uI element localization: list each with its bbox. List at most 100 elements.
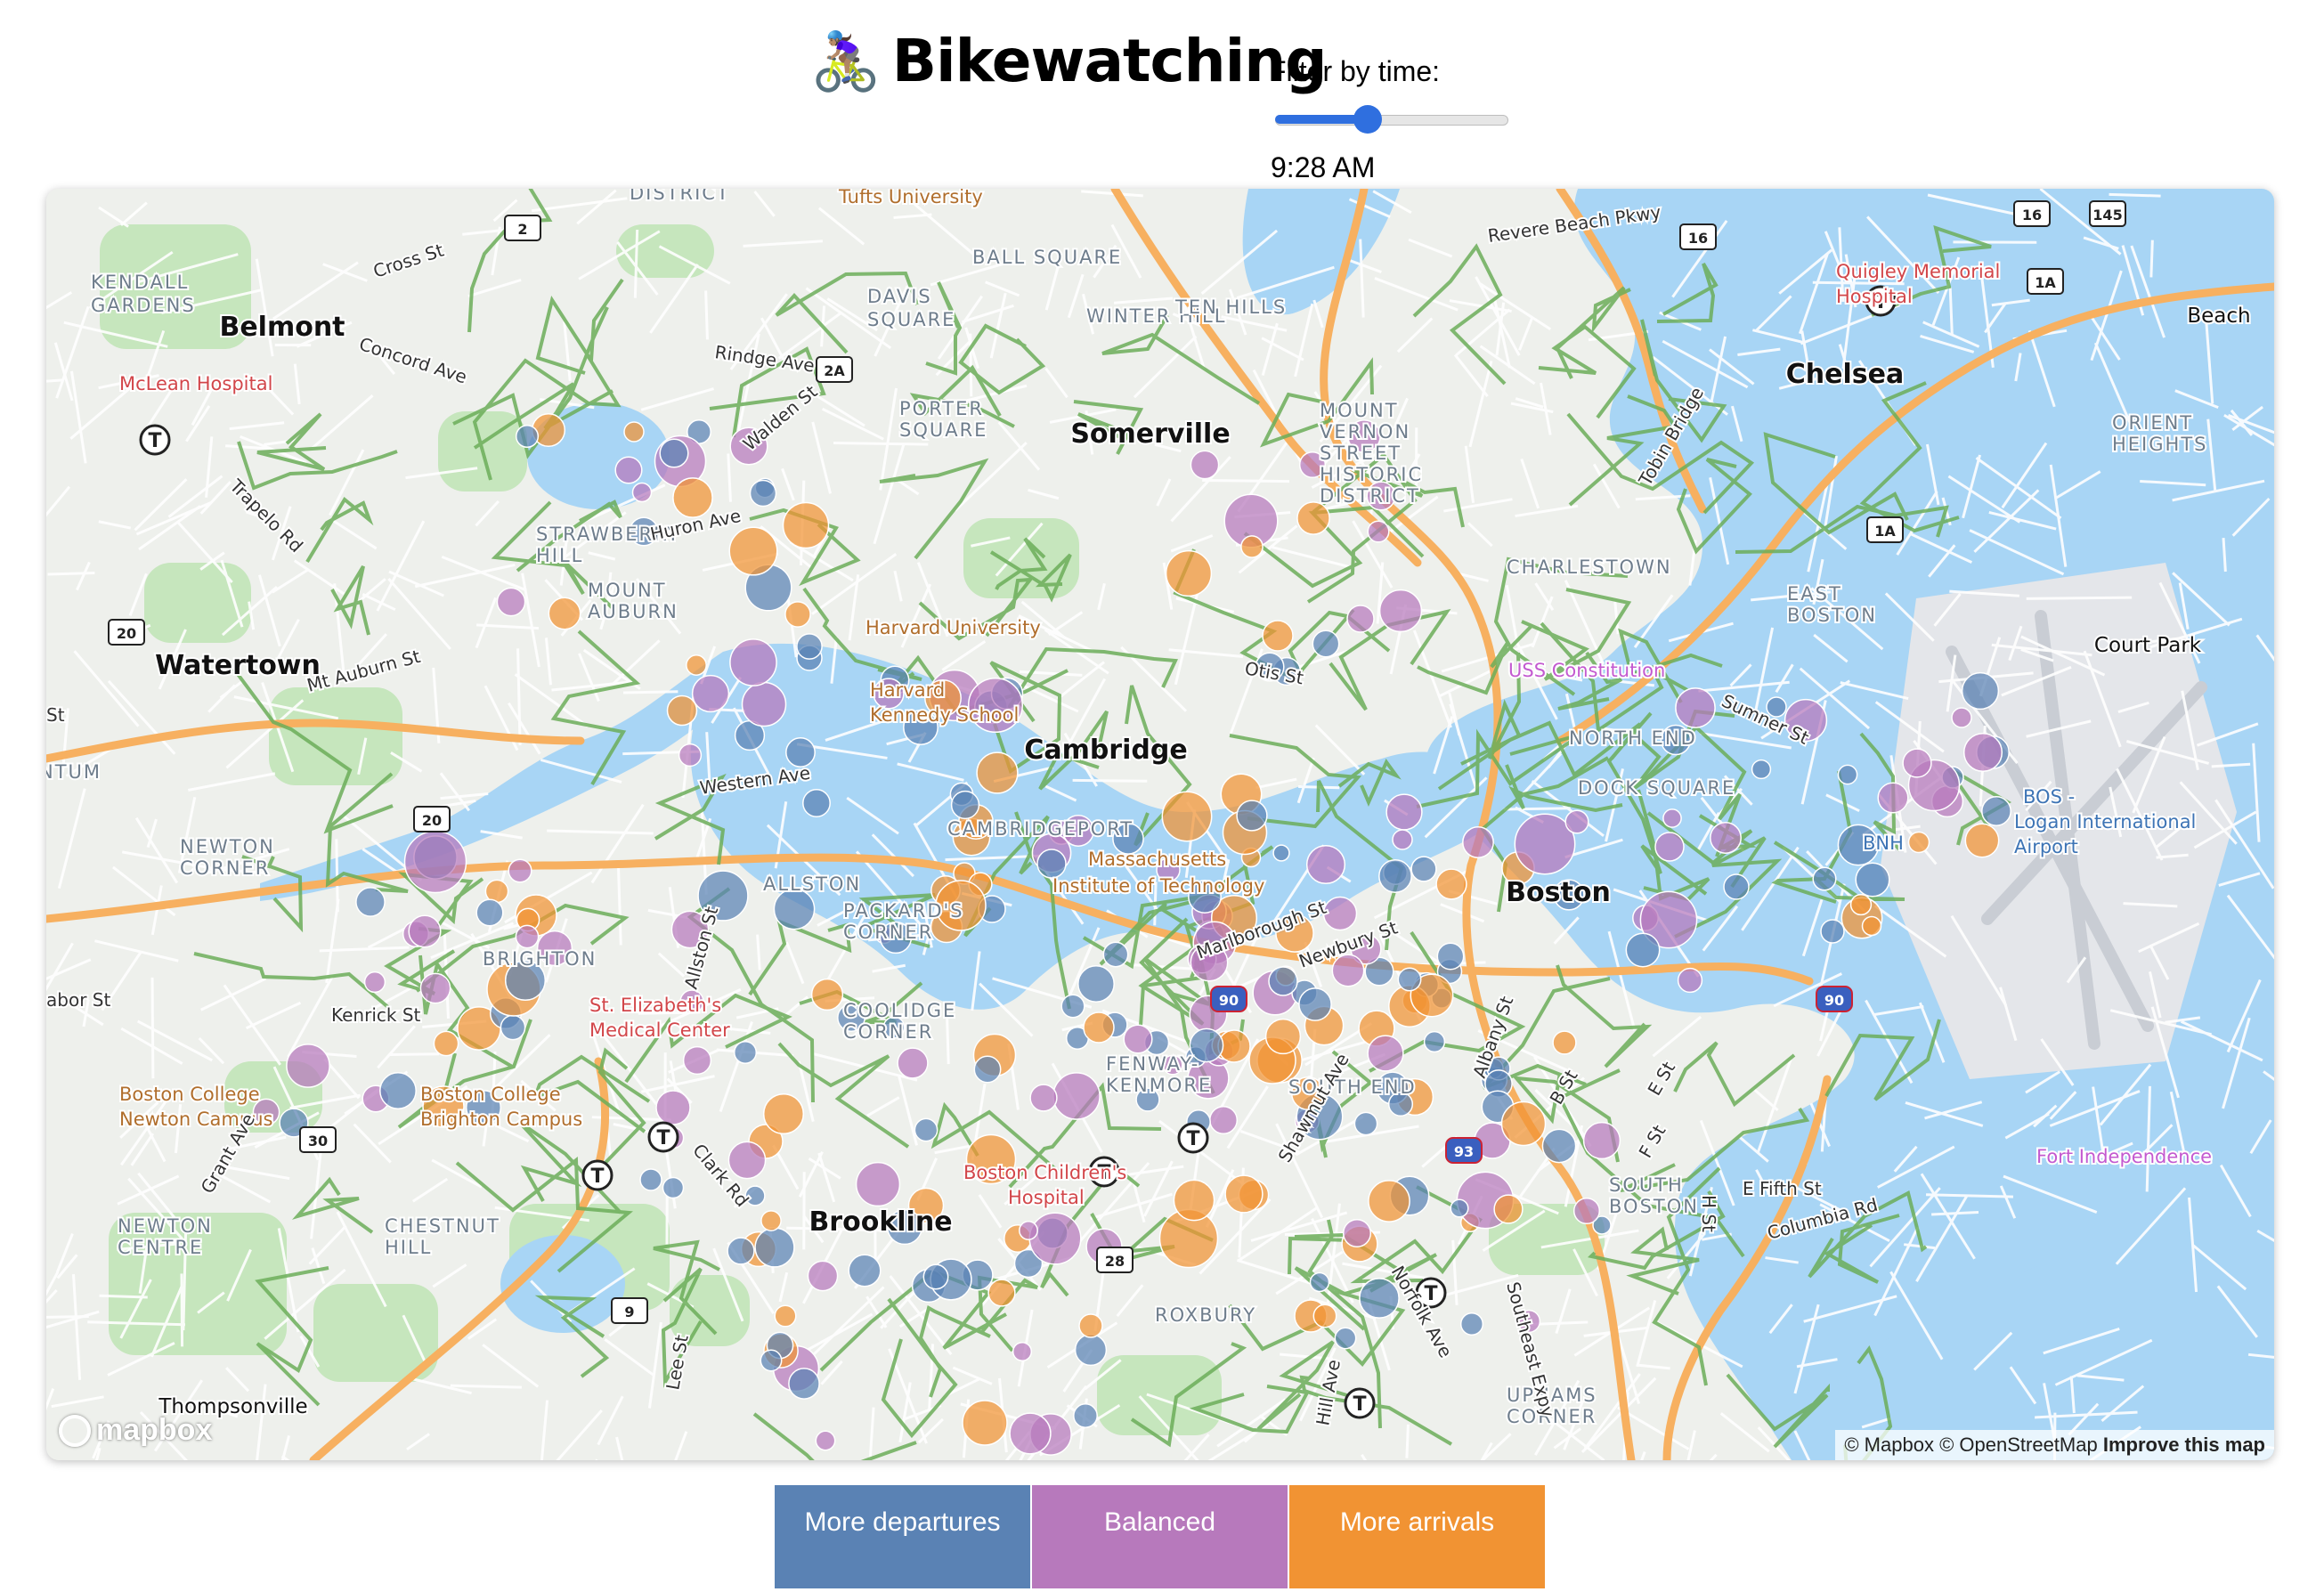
station-marker: [733, 1040, 758, 1065]
legend-balanced: Balanced: [1032, 1485, 1288, 1588]
time-slider[interactable]: [1275, 105, 1508, 134]
street: [1948, 287, 1954, 336]
station-marker: [1654, 832, 1685, 862]
station-marker: [686, 654, 707, 676]
place-label: CHESTNUT: [385, 1215, 500, 1237]
station-marker: [433, 1030, 459, 1057]
route-shield-number: 2: [517, 221, 527, 238]
poi-label: BNH: [1863, 833, 1904, 854]
route-shield-number: 20: [422, 812, 442, 829]
station-marker: [788, 1368, 820, 1400]
attribution-osm[interactable]: © OpenStreetMap: [1939, 1434, 2098, 1456]
street: [1812, 280, 1905, 286]
poi-label: Kennedy School: [870, 704, 1019, 726]
park-area: [963, 518, 1079, 598]
mapbox-logo[interactable]: mapbox: [59, 1413, 212, 1448]
place-label: BOSTON: [1609, 1196, 1699, 1217]
station-marker: [496, 587, 526, 617]
station-marker: [1190, 450, 1220, 480]
station-marker: [659, 438, 689, 468]
station-marker: [1392, 829, 1413, 850]
poi-label: Harvard: [870, 679, 945, 701]
station-marker: [741, 681, 787, 727]
place-label: STREET: [1320, 443, 1402, 464]
poi-label: Medical Center: [589, 1019, 730, 1041]
place-label: Boston: [1506, 877, 1611, 908]
station-marker: [1462, 826, 1494, 858]
station-marker: [1342, 1218, 1372, 1248]
station-marker: [1236, 800, 1268, 832]
route-shield-number: 145: [2092, 207, 2122, 223]
transit-icon-letter: T: [1186, 1128, 1199, 1150]
station-marker: [691, 674, 730, 713]
station-marker: [1077, 965, 1115, 1003]
place-label: HEIGHTS: [2112, 434, 2207, 455]
station-marker: [1296, 501, 1330, 535]
station-marker: [1312, 1304, 1337, 1328]
place-label: ROXBURY: [1155, 1304, 1256, 1326]
place-label: COOLIDGE: [843, 1000, 956, 1021]
place-label: GARDENS: [91, 295, 196, 316]
route-shield-number: 90: [1219, 992, 1239, 1009]
filter-label: Filter by time:: [1269, 55, 1441, 87]
place-label: CORNER: [180, 857, 270, 879]
legend-more-arrivals: More arrivals: [1289, 1485, 1545, 1588]
map[interactable]: T T T T T T T T Belmont Somerville Chelsea Watertow…: [46, 189, 2274, 1460]
station-marker: [922, 1263, 949, 1290]
place-label: Cambridge: [1024, 735, 1187, 766]
place-label: HILL: [536, 545, 583, 566]
poi-label: St. Elizabeth's: [589, 995, 721, 1016]
station-marker: [950, 790, 980, 820]
station-marker: [1572, 1197, 1601, 1225]
place-label: FENWAY-: [1106, 1053, 1199, 1075]
station-marker: [754, 1227, 795, 1268]
station-marker: [727, 1237, 755, 1265]
station-marker: [1312, 629, 1340, 658]
place-label: Brookline: [809, 1206, 952, 1238]
map-attribution: © Mapbox © OpenStreetMap Improve this ma…: [1835, 1430, 2274, 1460]
station-marker: [1224, 1174, 1264, 1214]
place-label: VERNON: [1320, 421, 1410, 443]
poi-label: USS Constitution: [1508, 660, 1665, 681]
slider-thumb[interactable]: [1353, 105, 1382, 134]
place-label: SOUTH END: [1288, 1076, 1417, 1098]
station-marker: [1028, 1212, 1082, 1265]
legend-label: More arrivals: [1339, 1507, 1495, 1537]
station-marker: [1552, 1030, 1577, 1055]
park-area: [1097, 1355, 1222, 1435]
place-label: CORNER: [843, 922, 933, 943]
place-label: DISTRICT: [630, 189, 730, 204]
station-marker: [729, 638, 777, 686]
route-shield-number: 90: [1824, 992, 1844, 1009]
street: [2149, 240, 2154, 278]
legend-label: Balanced: [1103, 1507, 1216, 1537]
station-marker: [1078, 1313, 1103, 1338]
station-marker: [727, 1141, 767, 1180]
attribution-mapbox[interactable]: © Mapbox: [1844, 1434, 1934, 1456]
place-label: NEWTON: [118, 1215, 213, 1237]
station-marker: [749, 479, 777, 508]
station-marker: [1964, 823, 2000, 858]
street-label: St: [46, 704, 65, 726]
station-marker: [1309, 1271, 1330, 1293]
street: [833, 441, 929, 446]
station-marker: [1359, 1278, 1400, 1319]
station-marker: [774, 1304, 797, 1328]
station-marker: [897, 1047, 929, 1079]
station-marker: [500, 1014, 526, 1041]
poi-label: Massachusetts: [1088, 849, 1226, 870]
station-marker: [810, 978, 844, 1011]
place-label: MOUNT: [588, 580, 667, 601]
station-marker: [848, 1254, 882, 1287]
station-marker: [631, 482, 653, 503]
route-shield-number: 93: [1454, 1143, 1474, 1160]
station-marker: [1165, 549, 1213, 597]
station-marker: [1710, 822, 1742, 854]
station-marker: [1161, 791, 1213, 842]
street: [1202, 478, 1289, 483]
poi-label: Tufts University: [838, 189, 983, 207]
map-canvas[interactable]: TTTT TTTTBelmontSomervilleChelseaWatertow…: [46, 189, 2274, 1460]
transit-icon-letter: T: [1353, 1393, 1366, 1416]
improve-map-link[interactable]: Improve this map: [2103, 1434, 2265, 1456]
station-marker: [1029, 1084, 1058, 1112]
